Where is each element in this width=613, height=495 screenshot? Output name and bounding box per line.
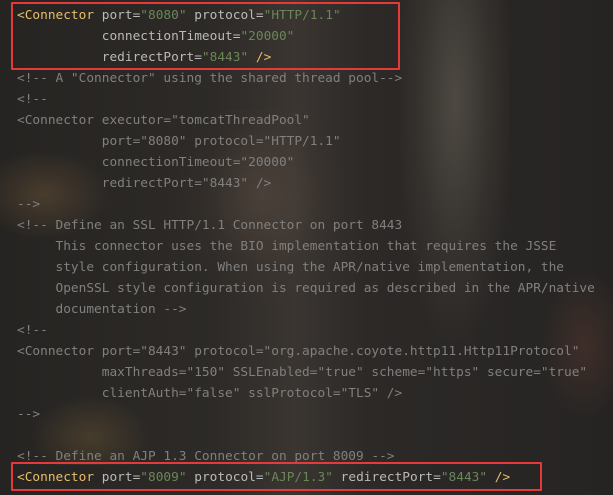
code-line[interactable]: redirectPort="8443" /> [17, 173, 595, 194]
code-token-comment: port="8080" protocol="HTTP/1.1" [17, 134, 341, 149]
code-line[interactable]: maxThreads="150" SSLEnabled="true" schem… [17, 362, 595, 383]
code-line[interactable]: <!-- [17, 89, 595, 110]
code-editor[interactable]: <Connector port="8080" protocol="HTTP/1.… [0, 0, 613, 495]
code-line[interactable]: <!-- Define an SSL HTTP/1.1 Connector on… [17, 215, 595, 236]
code-line[interactable]: <Connector port="8443" protocol="org.apa… [17, 341, 595, 362]
code-token-val: "20000" [240, 29, 295, 44]
code-token-comment: --> [17, 197, 41, 212]
code-line[interactable]: redirectPort="8443" /> [17, 47, 595, 68]
code-token-attr: connectionTimeout [101, 29, 233, 44]
code-token-val: "8443" [440, 470, 488, 485]
code-token-val: "8443" [201, 50, 249, 65]
code-line[interactable] [17, 425, 595, 446]
code-token-tag: <Connector [17, 8, 102, 23]
code-line[interactable]: OpenSSL style configuration is required … [17, 278, 595, 299]
code-line[interactable]: <!-- [17, 320, 595, 341]
code-token-comment: <!-- [17, 92, 48, 107]
code-token-comment: <!-- Define an SSL HTTP/1.1 Connector on… [17, 218, 403, 233]
code-token-val: "AJP/1.3" [263, 470, 333, 485]
code-token-comment: This connector uses the BIO implementati… [17, 239, 557, 254]
code-token-comment: <Connector executor="tomcatThreadPool" [17, 113, 310, 128]
code-line[interactable]: <!-- A "Connector" using the shared thre… [17, 68, 595, 89]
code-token-attr: port [101, 8, 133, 23]
code-text-area[interactable]: <Connector port="8080" protocol="HTTP/1.… [17, 5, 595, 488]
code-line[interactable]: connectionTimeout="20000" [17, 26, 595, 47]
code-token-tag: /> [248, 50, 272, 65]
code-token-val: "8080" [140, 8, 187, 23]
code-line[interactable]: This connector uses the BIO implementati… [17, 236, 595, 257]
code-token-attr: redirectPort [101, 50, 195, 65]
code-line[interactable]: port="8080" protocol="HTTP/1.1" [17, 131, 595, 152]
code-token-plain: = [194, 50, 202, 65]
code-token-tag: <Connector [17, 470, 102, 485]
code-token-comment: <!-- A "Connector" using the shared thre… [17, 71, 403, 86]
code-token-val: "HTTP/1.1" [263, 8, 341, 23]
code-token-comment: --> [17, 407, 41, 422]
code-token-attr: protocol [194, 8, 256, 23]
code-line[interactable]: documentation --> [17, 299, 595, 320]
code-token-comment: redirectPort="8443" /> [17, 176, 272, 191]
code-line[interactable]: connectionTimeout="20000" [17, 152, 595, 173]
code-token-attr: protocol [194, 470, 256, 485]
code-token-comment: documentation --> [17, 302, 187, 317]
code-line[interactable]: <Connector port="8080" protocol="HTTP/1.… [17, 5, 595, 26]
code-token-comment: connectionTimeout="20000" [17, 155, 295, 170]
code-token-tag: /> [487, 470, 511, 485]
code-line[interactable]: --> [17, 404, 595, 425]
code-token-plain: = [255, 470, 264, 485]
code-token-comment: clientAuth="false" sslProtocol="TLS" /> [17, 386, 403, 401]
code-token-plain: = [433, 470, 441, 485]
code-token-attr: port [101, 470, 133, 485]
code-line[interactable]: <Connector port="8009" protocol="AJP/1.3… [17, 467, 595, 488]
code-token-comment: style configuration. When using the APR/… [17, 260, 565, 275]
code-token-comment: OpenSSL style configuration is required … [17, 281, 595, 296]
code-line[interactable]: <Connector executor="tomcatThreadPool" [17, 110, 595, 131]
code-token-comment: <!-- [17, 323, 48, 338]
code-token-comment: maxThreads="150" SSLEnabled="true" schem… [17, 365, 588, 380]
code-token-val: "8009" [140, 470, 187, 485]
code-token-plain: = [255, 8, 264, 23]
code-line[interactable]: clientAuth="false" sslProtocol="TLS" /> [17, 383, 595, 404]
code-token-attr: redirectPort [340, 470, 434, 485]
code-line[interactable]: style configuration. When using the APR/… [17, 257, 595, 278]
code-line[interactable]: <!-- Define an AJP 1.3 Connector on port… [17, 446, 595, 467]
code-token-comment: <Connector port="8443" protocol="org.apa… [17, 344, 580, 359]
code-line[interactable]: --> [17, 194, 595, 215]
code-token-comment: <!-- Define an AJP 1.3 Connector on port… [17, 449, 395, 464]
